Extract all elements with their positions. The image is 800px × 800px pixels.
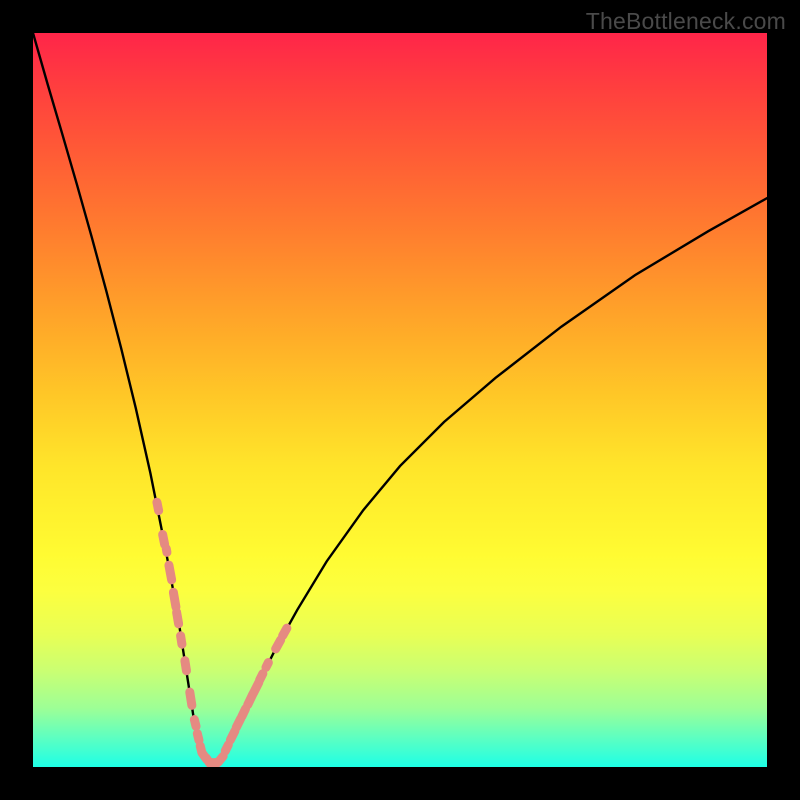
curve-marker <box>175 631 187 650</box>
plot-area <box>33 33 767 767</box>
curve-marker <box>171 607 183 629</box>
curve-marker <box>164 560 177 585</box>
bottleneck-curve <box>33 33 767 763</box>
curve-marker <box>185 687 197 711</box>
chart-stage: TheBottleneck.com <box>0 0 800 800</box>
curve-marker <box>189 714 202 732</box>
curve-marker <box>180 656 192 676</box>
watermark-text: TheBottleneck.com <box>586 8 786 35</box>
curve-markers <box>152 497 293 767</box>
curve-marker <box>152 497 164 516</box>
chart-svg <box>33 33 767 767</box>
